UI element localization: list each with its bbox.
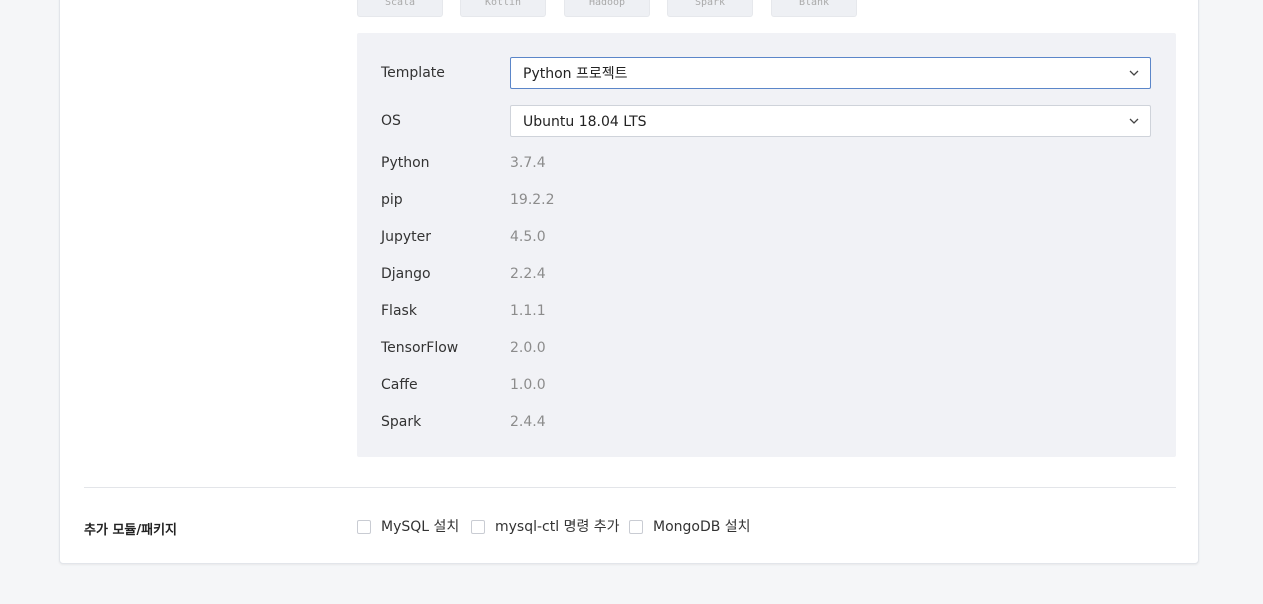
checkbox-icon[interactable] bbox=[471, 520, 485, 534]
stack-tab-kotlin[interactable]: Kotlin bbox=[460, 0, 546, 17]
template-row: Template Python 프로젝트 bbox=[381, 57, 1152, 89]
template-label: Template bbox=[381, 65, 445, 81]
version-name: Python bbox=[381, 155, 430, 171]
version-row: Flask 1.1.1 bbox=[381, 295, 1152, 327]
checkbox-icon[interactable] bbox=[629, 520, 643, 534]
version-name: pip bbox=[381, 192, 403, 208]
stack-tab-spark[interactable]: Spark bbox=[667, 0, 753, 17]
version-value: 2.2.4 bbox=[510, 266, 546, 282]
chevron-down-icon bbox=[1129, 118, 1139, 124]
os-label: OS bbox=[381, 113, 401, 129]
version-value: 4.5.0 bbox=[510, 229, 546, 245]
os-select-value: Ubuntu 18.04 LTS bbox=[523, 114, 647, 130]
version-value: 2.0.0 bbox=[510, 340, 546, 356]
version-name: Caffe bbox=[381, 377, 418, 393]
version-value: 3.7.4 bbox=[510, 155, 546, 171]
version-name: Jupyter bbox=[381, 229, 432, 245]
addon-option-label: MySQL 설치 bbox=[381, 519, 460, 535]
template-select[interactable]: Python 프로젝트 bbox=[510, 57, 1151, 89]
version-value: 1.0.0 bbox=[510, 377, 546, 393]
settings-card: Scala Kotlin Hadoop Spark Blank Template… bbox=[59, 0, 1199, 564]
addon-section-label: 추가 모듈/패키지 bbox=[84, 523, 177, 538]
version-row: TensorFlow 2.0.0 bbox=[381, 332, 1152, 364]
version-row: Jupyter 4.5.0 bbox=[381, 221, 1152, 253]
version-value: 1.1.1 bbox=[510, 303, 546, 319]
version-row: Caffe 1.0.0 bbox=[381, 369, 1152, 401]
stack-tab-hadoop[interactable]: Hadoop bbox=[564, 0, 650, 17]
section-divider bbox=[84, 487, 1176, 488]
addon-option-label: mysql-ctl 명령 추가 bbox=[495, 519, 620, 535]
stack-tab-scala[interactable]: Scala bbox=[357, 0, 443, 17]
checkbox-icon[interactable] bbox=[357, 520, 371, 534]
os-select[interactable]: Ubuntu 18.04 LTS bbox=[510, 105, 1151, 137]
version-row: Spark 2.4.4 bbox=[381, 406, 1152, 438]
template-select-value: Python 프로젝트 bbox=[523, 66, 628, 82]
addon-option-label: MongoDB 설치 bbox=[653, 519, 751, 535]
version-row: Python 3.7.4 bbox=[381, 147, 1152, 179]
os-row: OS Ubuntu 18.04 LTS bbox=[381, 105, 1152, 137]
version-name: TensorFlow bbox=[381, 340, 459, 356]
config-panel: Template Python 프로젝트 OS Ubuntu 18.04 LTS… bbox=[357, 33, 1176, 457]
chevron-down-icon bbox=[1129, 70, 1139, 76]
version-name: Django bbox=[381, 266, 431, 282]
version-row: pip 19.2.2 bbox=[381, 184, 1152, 216]
version-value: 19.2.2 bbox=[510, 192, 555, 208]
stack-tab-blank[interactable]: Blank bbox=[771, 0, 857, 17]
version-name: Spark bbox=[381, 414, 422, 430]
version-value: 2.4.4 bbox=[510, 414, 546, 430]
version-row: Django 2.2.4 bbox=[381, 258, 1152, 290]
version-name: Flask bbox=[381, 303, 417, 319]
